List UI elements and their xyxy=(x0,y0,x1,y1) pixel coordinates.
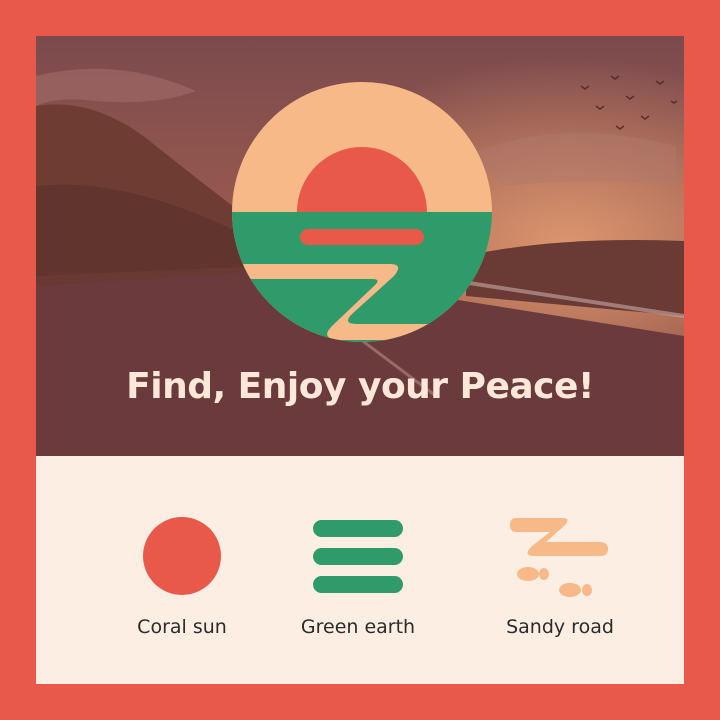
sun-circle-icon xyxy=(143,517,221,595)
hero-section: Find, Enjoy your Peace! xyxy=(36,36,684,456)
poster-frame: Find, Enjoy your Peace! Coral sun Green … xyxy=(36,36,684,684)
feature-green-earth: Green earth xyxy=(258,516,458,666)
feature-coral-sun: Coral sun xyxy=(82,516,282,666)
feature-label: Coral sun xyxy=(137,616,227,638)
hero-title: Find, Enjoy your Peace! xyxy=(126,366,594,407)
feature-sandy-road: Sandy road xyxy=(460,516,660,666)
feature-label: Green earth xyxy=(300,616,416,638)
three-bars-icon xyxy=(313,520,403,593)
sunset-logo-icon xyxy=(232,82,492,342)
road-footprints-icon xyxy=(510,518,608,597)
features-panel: Coral sun Green earth Sandy road xyxy=(36,456,684,684)
feature-label: Sandy road xyxy=(506,616,614,638)
